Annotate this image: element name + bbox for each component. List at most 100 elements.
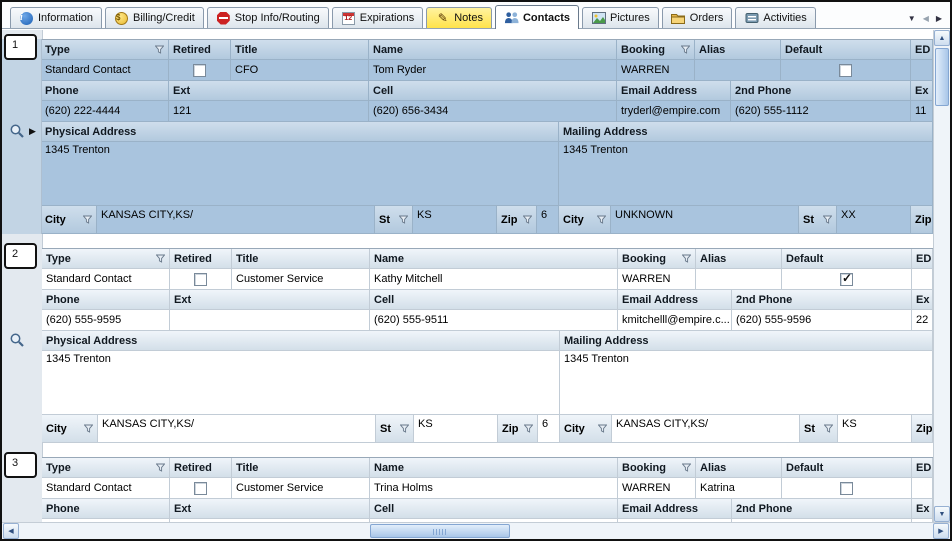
retired-checkbox[interactable] bbox=[194, 482, 207, 495]
cell-ex[interactable]: 11 bbox=[911, 101, 933, 122]
horizontal-scroll-thumb[interactable] bbox=[370, 524, 510, 538]
cell-2nd-phone[interactable]: (620) 555-9596 bbox=[732, 310, 912, 331]
record-number[interactable]: 2 bbox=[4, 243, 37, 269]
cell-mailing-city[interactable]: UNKNOWN bbox=[611, 206, 799, 234]
tab-orders[interactable]: Orders bbox=[662, 7, 733, 28]
cell-default[interactable] bbox=[782, 269, 912, 290]
cell-physical-address[interactable]: 1345 Trenton bbox=[41, 142, 559, 206]
cell-type[interactable]: Standard Contact bbox=[42, 269, 170, 290]
cell-physical-zip[interactable]: 6 bbox=[538, 415, 560, 443]
tab-expirations[interactable]: 12 Notes Expirations bbox=[332, 7, 423, 28]
cell-ex[interactable]: 22 bbox=[912, 310, 933, 331]
vertical-scroll-thumb[interactable] bbox=[935, 48, 949, 106]
cell-physical-city[interactable]: KANSAS CITY,KS/ bbox=[97, 206, 375, 234]
filter-icon[interactable] bbox=[681, 45, 690, 54]
cell-booking[interactable]: WARREN bbox=[617, 60, 695, 81]
cell-name[interactable]: Tom Ryder bbox=[369, 60, 617, 81]
filter-icon[interactable] bbox=[682, 463, 691, 472]
cell-physical-address[interactable]: 1345 Trenton bbox=[42, 351, 560, 415]
cell-type[interactable]: Standard Contact bbox=[41, 60, 169, 81]
vertical-scrollbar[interactable] bbox=[933, 30, 950, 522]
cell-alias[interactable] bbox=[695, 60, 781, 81]
filter-icon[interactable] bbox=[156, 254, 165, 263]
default-checkbox[interactable] bbox=[840, 482, 853, 495]
col-header-zip: Zip bbox=[912, 415, 933, 443]
cell-title[interactable]: Customer Service bbox=[232, 269, 370, 290]
tab-stop-info-routing[interactable]: Stop Info/Routing bbox=[207, 7, 329, 28]
filter-icon[interactable] bbox=[399, 215, 408, 224]
cell-title[interactable]: CFO bbox=[231, 60, 369, 81]
tab-billing-credit[interactable]: Billing/Credit bbox=[105, 7, 204, 28]
horizontal-scrollbar[interactable] bbox=[2, 522, 950, 539]
filter-icon[interactable] bbox=[523, 215, 532, 224]
cell-mailing-st[interactable]: KS bbox=[838, 415, 912, 443]
contact-record-3: 3 Type Retired Title Name Booking Alias … bbox=[2, 457, 933, 522]
record-number[interactable]: 3 bbox=[4, 452, 37, 478]
tab-pictures[interactable]: Pictures bbox=[582, 7, 659, 28]
retired-checkbox[interactable] bbox=[194, 273, 207, 286]
cell-email[interactable]: kmitchelll@empire.c... bbox=[618, 310, 732, 331]
cell-physical-st[interactable]: KS bbox=[414, 415, 498, 443]
cell-title[interactable]: Customer Service bbox=[232, 478, 370, 499]
cell-retired[interactable] bbox=[170, 269, 232, 290]
cell-ext[interactable] bbox=[170, 310, 370, 331]
filter-icon[interactable] bbox=[155, 45, 164, 54]
cell-mailing-city[interactable]: KANSAS CITY,KS/ bbox=[612, 415, 800, 443]
filter-icon[interactable] bbox=[524, 424, 533, 433]
filter-icon[interactable] bbox=[598, 424, 607, 433]
filter-icon[interactable] bbox=[824, 424, 833, 433]
cell-cell[interactable]: (620) 656-3434 bbox=[369, 101, 617, 122]
cell-name[interactable]: Kathy Mitchell bbox=[370, 269, 618, 290]
cell-default[interactable] bbox=[782, 478, 912, 499]
cell-physical-st[interactable]: KS bbox=[413, 206, 497, 234]
tab-contacts[interactable]: Contacts bbox=[495, 5, 579, 29]
default-checkbox[interactable] bbox=[839, 64, 852, 77]
col-header-city: City bbox=[559, 206, 611, 234]
cell-cell[interactable]: (620) 555-9511 bbox=[370, 310, 618, 331]
cell-mailing-address[interactable]: 1345 Trenton bbox=[560, 351, 933, 415]
cell-mailing-st[interactable]: XX bbox=[837, 206, 911, 234]
retired-checkbox[interactable] bbox=[193, 64, 206, 77]
cell-alias[interactable]: Katrina bbox=[696, 478, 782, 499]
magnifier-icon[interactable] bbox=[9, 123, 25, 139]
tab-notes[interactable]: Notes bbox=[426, 7, 492, 28]
tab-scroll-right-icon[interactable] bbox=[936, 15, 942, 23]
filter-icon[interactable] bbox=[83, 215, 92, 224]
cell-email[interactable]: tryderl@empire.com bbox=[617, 101, 731, 122]
cell-ext[interactable]: 121 bbox=[169, 101, 369, 122]
cell-default[interactable] bbox=[781, 60, 911, 81]
filter-icon[interactable] bbox=[682, 254, 691, 263]
filter-icon[interactable] bbox=[400, 424, 409, 433]
scroll-down-arrow-icon[interactable] bbox=[934, 506, 950, 522]
record-number[interactable]: 1 bbox=[4, 34, 37, 60]
cell-type[interactable]: Standard Contact bbox=[42, 478, 170, 499]
tab-activities[interactable]: Activities bbox=[735, 7, 815, 28]
cell-physical-city[interactable]: KANSAS CITY,KS/ bbox=[98, 415, 376, 443]
cell-ed[interactable] bbox=[912, 478, 933, 499]
cell-alias[interactable] bbox=[696, 269, 782, 290]
filter-icon[interactable] bbox=[156, 463, 165, 472]
magnifier-icon[interactable] bbox=[9, 332, 25, 348]
cell-booking[interactable]: WARREN bbox=[618, 478, 696, 499]
cell-2nd-phone[interactable]: (620) 555-1112 bbox=[731, 101, 911, 122]
cell-name[interactable]: Trina Holms bbox=[370, 478, 618, 499]
cell-retired[interactable] bbox=[169, 60, 231, 81]
cell-mailing-address[interactable]: 1345 Trenton bbox=[559, 142, 933, 206]
scroll-left-arrow-icon[interactable] bbox=[3, 523, 19, 539]
scroll-up-arrow-icon[interactable] bbox=[934, 30, 950, 46]
tab-list-dropdown-icon[interactable] bbox=[908, 15, 916, 23]
filter-icon[interactable] bbox=[597, 215, 606, 224]
cell-phone[interactable]: (620) 555-9595 bbox=[42, 310, 170, 331]
default-checkbox[interactable] bbox=[840, 273, 853, 286]
cell-physical-zip[interactable]: 6 bbox=[537, 206, 559, 234]
cell-ed[interactable] bbox=[911, 60, 933, 81]
filter-icon[interactable] bbox=[84, 424, 93, 433]
cell-retired[interactable] bbox=[170, 478, 232, 499]
tab-scroll-left-icon[interactable] bbox=[923, 15, 929, 23]
tab-information[interactable]: Information bbox=[10, 7, 102, 28]
filter-icon[interactable] bbox=[823, 215, 832, 224]
cell-booking[interactable]: WARREN bbox=[618, 269, 696, 290]
scroll-right-arrow-icon[interactable] bbox=[933, 523, 949, 539]
cell-phone[interactable]: (620) 222-4444 bbox=[41, 101, 169, 122]
cell-ed[interactable] bbox=[912, 269, 933, 290]
